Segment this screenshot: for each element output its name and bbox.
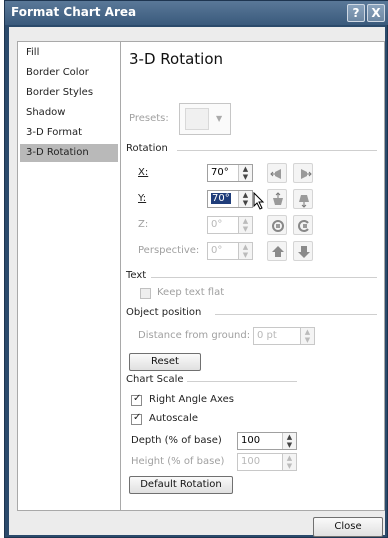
sidebar-item-border-styles[interactable]: Border Styles: [20, 84, 118, 102]
height-spinner-arrows-icon[interactable]: ▲ ▼: [282, 454, 296, 470]
height-value: 100: [241, 456, 261, 467]
object-position-divider: [215, 314, 377, 315]
rotation-section-label: Rotation: [126, 143, 168, 154]
presets-dropdown[interactable]: ▼: [179, 103, 231, 135]
x-rotation-value: 70°: [211, 167, 229, 178]
close-button[interactable]: Close: [313, 517, 383, 537]
presets-label: Presets:: [129, 113, 169, 124]
height-input[interactable]: 100 ▲ ▼: [237, 453, 297, 471]
y-spinner-arrows-icon[interactable]: ▲ ▼: [238, 191, 252, 207]
dialog-body: Fill Border Color Border Styles Shadow 3…: [9, 27, 385, 537]
rotate-left-icon: [270, 169, 281, 179]
autoscale-label: Autoscale: [149, 413, 198, 424]
rotate-right-icon: [301, 169, 312, 179]
text-divider: [151, 277, 377, 278]
rotate-clockwise-icon: [298, 220, 309, 232]
chart-scale-divider: [187, 381, 297, 382]
preset-preview-icon: [185, 108, 209, 130]
reset-button[interactable]: Reset: [129, 353, 201, 371]
sidebar-item-3d-format[interactable]: 3-D Format: [20, 124, 118, 142]
rotate-counterclockwise-z-button[interactable]: [267, 215, 287, 235]
right-angle-axes-label: Right Angle Axes: [149, 394, 234, 405]
x-label: X:: [138, 167, 149, 178]
rotate-up-y-button[interactable]: [267, 189, 287, 209]
sidebar-item-border-color[interactable]: Border Color: [20, 64, 118, 82]
settings-panel: 3-D Rotation Presets: ▼ Rotation X: 70° …: [121, 41, 385, 511]
format-chart-area-dialog: Format Chart Area ? X Fill Border Color …: [4, 0, 388, 538]
rotation-divider: [177, 150, 377, 151]
autoscale-checkbox[interactable]: [131, 412, 142, 425]
widen-field-of-view-button[interactable]: [293, 241, 313, 261]
dialog-title: Format Chart Area: [11, 5, 137, 19]
depth-value: 100: [241, 435, 261, 446]
z-rotation-value: 0°: [211, 219, 223, 230]
chevron-down-icon: ▼: [216, 114, 223, 123]
rotate-up-icon: [273, 192, 283, 205]
x-spinner-arrows-icon[interactable]: ▲ ▼: [238, 165, 252, 181]
panel-heading: 3-D Rotation: [129, 50, 224, 68]
sidebar-item-fill[interactable]: Fill: [20, 44, 118, 62]
x-rotation-input[interactable]: 70° ▲ ▼: [207, 164, 253, 182]
object-position-section-label: Object position: [126, 307, 202, 318]
widen-perspective-icon: [298, 246, 310, 258]
right-angle-axes-checkbox[interactable]: [131, 393, 142, 406]
perspective-spinner-arrows-icon[interactable]: ▲ ▼: [238, 243, 252, 259]
y-label: Y:: [138, 193, 147, 204]
rotate-down-y-button[interactable]: [293, 189, 313, 209]
rotate-clockwise-z-button[interactable]: [293, 215, 313, 235]
z-spinner-arrows-icon[interactable]: ▲ ▼: [238, 217, 252, 233]
y-rotation-value: 70°: [211, 193, 231, 204]
depth-label: Depth (% of base): [131, 435, 222, 446]
distance-from-ground-label: Distance from ground:: [138, 330, 251, 341]
default-rotation-button[interactable]: Default Rotation: [129, 476, 233, 494]
chart-scale-section-label: Chart Scale: [126, 374, 184, 385]
depth-spinner-arrows-icon[interactable]: ▲ ▼: [282, 433, 296, 449]
rotate-down-icon: [299, 195, 309, 208]
perspective-value: 0°: [211, 245, 223, 256]
sidebar-item-shadow[interactable]: Shadow: [20, 104, 118, 122]
narrow-field-of-view-button[interactable]: [267, 241, 287, 261]
mouse-cursor-icon: [253, 192, 265, 210]
rotate-right-x-button[interactable]: [293, 163, 313, 183]
rotate-counterclockwise-icon: [272, 220, 284, 232]
keep-text-flat-label: Keep text flat: [157, 287, 225, 298]
distance-from-ground-value: 0 pt: [257, 330, 277, 341]
text-section-label: Text: [126, 270, 147, 281]
title-bar[interactable]: Format Chart Area ? X: [5, 1, 388, 25]
sidebar-item-3d-rotation[interactable]: 3-D Rotation: [20, 144, 118, 162]
z-label: Z:: [138, 219, 149, 230]
perspective-input[interactable]: 0° ▲ ▼: [207, 242, 253, 260]
close-window-button[interactable]: X: [367, 4, 385, 22]
narrow-perspective-icon: [272, 246, 284, 257]
depth-input[interactable]: 100 ▲ ▼: [237, 432, 297, 450]
help-button[interactable]: ?: [347, 4, 365, 22]
height-label: Height (% of base): [131, 456, 225, 467]
distance-spinner-arrows-icon[interactable]: ▲ ▼: [300, 328, 314, 344]
category-list: Fill Border Color Border Styles Shadow 3…: [17, 41, 121, 511]
y-rotation-input[interactable]: 70° ▲ ▼: [207, 190, 253, 208]
rotate-left-x-button[interactable]: [267, 163, 287, 183]
perspective-label: Perspective:: [138, 245, 200, 256]
distance-from-ground-input[interactable]: 0 pt ▲ ▼: [253, 327, 315, 345]
z-rotation-input[interactable]: 0° ▲ ▼: [207, 216, 253, 234]
keep-text-flat-checkbox[interactable]: [140, 288, 151, 299]
